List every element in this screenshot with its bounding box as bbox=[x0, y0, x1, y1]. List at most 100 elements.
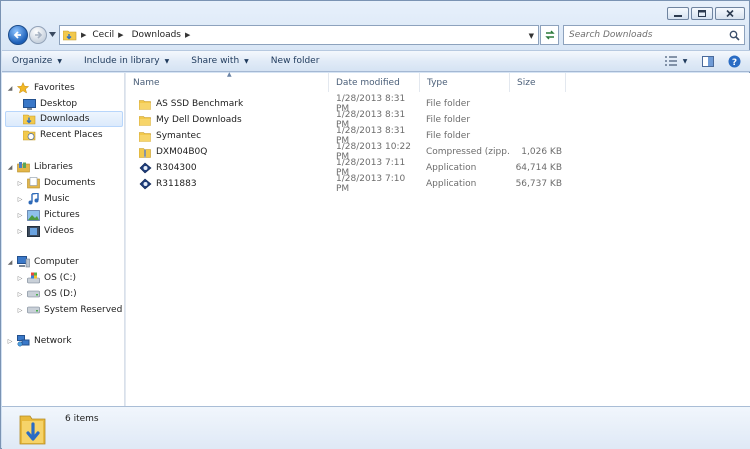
change-view-button[interactable]: ▼ bbox=[662, 54, 690, 68]
nav-item-desktop[interactable]: Desktop bbox=[20, 96, 77, 112]
refresh-icon bbox=[544, 30, 555, 40]
breadcrumb-separator-icon[interactable]: ▶ bbox=[118, 31, 123, 39]
share-with-button[interactable]: Share with ▼ bbox=[191, 56, 249, 66]
command-bar: Organize ▼ Include in library ▼ Share wi… bbox=[2, 50, 750, 72]
preview-pane-icon bbox=[702, 55, 714, 67]
nav-libraries[interactable]: ◢ Libraries bbox=[6, 159, 73, 175]
nav-favorites[interactable]: ◢ Favorites bbox=[6, 80, 75, 96]
file-size: 64,714 KB bbox=[515, 163, 562, 173]
maximize-button[interactable] bbox=[691, 7, 713, 20]
column-label: Name bbox=[133, 77, 160, 88]
close-icon bbox=[726, 10, 734, 17]
nav-network[interactable]: ▷ Network bbox=[6, 333, 72, 349]
share-with-label: Share with bbox=[191, 56, 240, 66]
expand-arrow-icon[interactable]: ▷ bbox=[16, 291, 24, 298]
nav-item-pictures[interactable]: ▷ Pictures bbox=[16, 207, 80, 223]
nav-item-os-d[interactable]: ▷ OS (D:) bbox=[16, 286, 77, 302]
close-button[interactable] bbox=[715, 7, 745, 20]
help-icon: ? bbox=[728, 55, 740, 68]
column-label: Date modified bbox=[336, 77, 400, 88]
nav-computer[interactable]: ◢ Computer bbox=[6, 254, 79, 270]
nav-item-os-c[interactable]: ▷ OS (C:) bbox=[16, 270, 76, 286]
search-icon[interactable] bbox=[729, 30, 740, 41]
expand-arrow-icon[interactable]: ▷ bbox=[16, 212, 24, 219]
expand-arrow-icon[interactable]: ▷ bbox=[6, 338, 14, 345]
expand-arrow-icon[interactable]: ▷ bbox=[16, 275, 24, 282]
nav-item-music[interactable]: ▷ Music bbox=[16, 191, 70, 207]
column-header-size[interactable]: Size bbox=[510, 73, 566, 92]
file-name: R311883 bbox=[156, 179, 197, 189]
column-headers: ▲ Name Date modified Type Size bbox=[126, 71, 750, 92]
column-label: Size bbox=[517, 77, 536, 88]
chevron-down-icon: ▼ bbox=[244, 57, 249, 65]
address-bar[interactable]: ▶ Cecil ▶ Downloads ▶ ▼ bbox=[59, 25, 539, 45]
collapse-arrow-icon[interactable]: ◢ bbox=[6, 164, 14, 171]
nav-item-system-reserved[interactable]: ▷ System Reserved (F:) bbox=[16, 302, 124, 318]
file-type: Application bbox=[426, 179, 477, 189]
expand-arrow-icon[interactable]: ▷ bbox=[16, 228, 24, 235]
search-box[interactable] bbox=[563, 25, 745, 45]
file-type: File folder bbox=[426, 115, 471, 125]
videos-icon bbox=[26, 225, 40, 237]
file-type: File folder bbox=[426, 131, 471, 141]
column-header-type[interactable]: Type bbox=[420, 73, 510, 92]
nav-item-downloads[interactable]: Downloads bbox=[5, 111, 123, 127]
nav-item-documents[interactable]: ▷ Documents bbox=[16, 175, 95, 191]
network-icon bbox=[16, 335, 30, 347]
downloads-folder-icon bbox=[22, 113, 36, 125]
back-button[interactable] bbox=[8, 25, 28, 45]
system-drive-icon bbox=[26, 272, 40, 284]
address-dropdown-icon[interactable]: ▼ bbox=[529, 32, 534, 40]
nav-label: OS (D:) bbox=[44, 289, 77, 299]
help-button[interactable]: ? bbox=[726, 54, 742, 68]
nav-item-recent-places[interactable]: Recent Places bbox=[20, 127, 103, 143]
computer-icon bbox=[16, 256, 30, 268]
file-row[interactable]: R311883 1/28/2013 7:10 PM Application 56… bbox=[126, 174, 571, 194]
chevron-down-icon: ▼ bbox=[57, 57, 62, 65]
organize-button[interactable]: Organize ▼ bbox=[12, 56, 62, 66]
search-input[interactable] bbox=[569, 30, 719, 40]
folder-icon bbox=[138, 114, 152, 126]
recent-pages-dropdown-icon[interactable] bbox=[49, 32, 56, 38]
file-date: 1/28/2013 7:10 PM bbox=[336, 174, 406, 194]
collapse-arrow-icon[interactable]: ◢ bbox=[6, 85, 14, 92]
breadcrumb-separator-icon[interactable]: ▶ bbox=[81, 31, 86, 39]
navigation-pane[interactable]: ◢ Favorites Desktop Downloads Recent Pla… bbox=[2, 73, 124, 406]
column-label: Type bbox=[427, 77, 448, 88]
nav-label: Recent Places bbox=[40, 130, 103, 140]
maximize-icon bbox=[698, 10, 706, 17]
expand-arrow-icon[interactable]: ▷ bbox=[16, 307, 24, 314]
nav-label: Videos bbox=[44, 226, 74, 236]
column-header-name[interactable]: ▲ Name bbox=[126, 71, 329, 92]
column-header-date-modified[interactable]: Date modified bbox=[329, 73, 420, 92]
collapse-arrow-icon[interactable]: ◢ bbox=[6, 259, 14, 266]
forward-button[interactable] bbox=[29, 26, 47, 44]
nav-label: Libraries bbox=[34, 162, 73, 172]
chevron-down-icon: ▼ bbox=[682, 57, 688, 65]
nav-label: Favorites bbox=[34, 83, 75, 93]
minimize-button[interactable] bbox=[667, 7, 689, 20]
new-folder-button[interactable]: New folder bbox=[271, 56, 320, 66]
nav-label: Pictures bbox=[44, 210, 80, 220]
file-type: Compressed (zipp... bbox=[426, 147, 510, 157]
nav-label: Documents bbox=[44, 178, 96, 188]
file-type: Application bbox=[426, 163, 477, 173]
preview-pane-button[interactable] bbox=[700, 54, 716, 68]
file-name: DXM04B0Q bbox=[156, 147, 208, 157]
breadcrumb-separator-icon[interactable]: ▶ bbox=[185, 31, 190, 39]
expand-arrow-icon[interactable]: ▷ bbox=[16, 180, 24, 187]
file-size: 56,737 KB bbox=[515, 179, 562, 189]
music-icon bbox=[26, 193, 40, 205]
libraries-icon bbox=[16, 161, 30, 173]
pictures-icon bbox=[26, 209, 40, 221]
chevron-down-icon: ▼ bbox=[164, 57, 170, 65]
refresh-button[interactable] bbox=[540, 25, 559, 45]
explorer-window: ▶ Cecil ▶ Downloads ▶ ▼ Organize ▼ Inclu… bbox=[0, 0, 750, 449]
include-in-library-button[interactable]: Include in library ▼ bbox=[84, 56, 169, 66]
breadcrumb-downloads[interactable]: Downloads ▶ bbox=[132, 30, 191, 40]
expand-arrow-icon[interactable]: ▷ bbox=[16, 196, 24, 203]
breadcrumb-cecil[interactable]: Cecil ▶ bbox=[92, 30, 123, 40]
nav-item-videos[interactable]: ▷ Videos bbox=[16, 223, 74, 239]
file-list[interactable]: ▲ Name Date modified Type Size AS SSD Be… bbox=[126, 71, 750, 406]
minimize-icon bbox=[674, 14, 682, 17]
